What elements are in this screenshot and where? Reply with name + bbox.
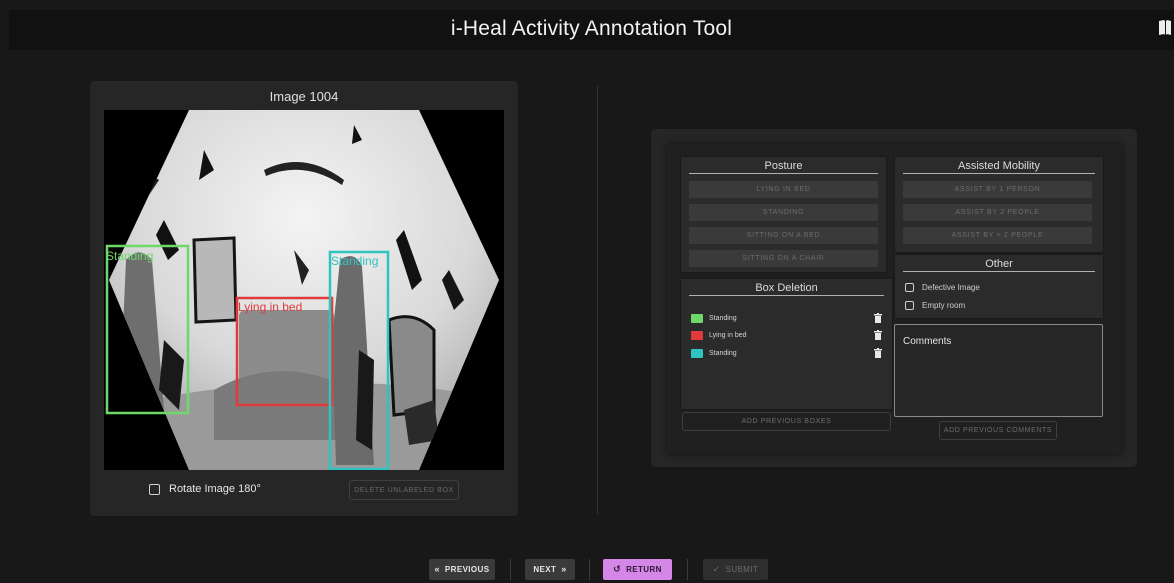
submit-label: SUBMIT xyxy=(725,565,759,574)
nav-divider xyxy=(687,559,688,580)
posture-title: Posture xyxy=(689,160,878,174)
nav-divider xyxy=(510,559,511,580)
box-list-item: Standing xyxy=(691,312,882,324)
assist-by-2-people-button[interactable]: ASSIST BY 2 PEOPLE xyxy=(903,204,1092,221)
header-bar: i-Heal Activity Annotation Tool xyxy=(9,10,1174,50)
double-chevron-left-icon: « xyxy=(434,564,440,574)
posture-option-sitting-on-bed[interactable]: SITTING ON A BED xyxy=(689,227,878,244)
box-list-item: Standing xyxy=(691,347,882,359)
next-button[interactable]: NEXT » xyxy=(525,559,575,580)
comments-label: Comments xyxy=(903,336,952,347)
check-icon: ✓ xyxy=(712,564,721,574)
comments-textarea[interactable]: Comments xyxy=(894,324,1103,417)
app-page: i-Heal Activity Annotation Tool Image 10… xyxy=(0,0,1174,583)
empty-room-checkbox[interactable] xyxy=(905,301,914,310)
empty-room-label: Empty room xyxy=(922,301,966,310)
submit-button[interactable]: ✓ SUBMIT xyxy=(703,559,768,580)
posture-option-lying-in-bed[interactable]: LYING IN BED xyxy=(689,181,878,198)
app-title: i-Heal Activity Annotation Tool xyxy=(450,17,733,40)
other-title: Other xyxy=(903,258,1095,272)
next-label: NEXT xyxy=(533,565,557,574)
posture-section: Posture LYING IN BED STANDING SITTING ON… xyxy=(681,157,886,272)
return-button[interactable]: ↺ RETURN xyxy=(603,559,672,580)
empty-room-row[interactable]: Empty room xyxy=(905,301,965,310)
depth-image[interactable]: Standing Lying in bed Standing xyxy=(104,110,504,470)
box-deletion-section: Box Deletion Standing Lying in bed Stand… xyxy=(681,279,892,409)
delete-unlabeled-box-button[interactable]: DELETE UNLABELED BOX xyxy=(349,480,459,500)
box-list-label: Standing xyxy=(709,314,737,322)
undo-icon: ↺ xyxy=(613,564,622,574)
rotate-image-label: Rotate Image 180° xyxy=(169,483,261,495)
box-deletion-title: Box Deletion xyxy=(689,282,884,296)
previous-button[interactable]: « PREVIOUS xyxy=(429,559,495,580)
defective-image-checkbox[interactable] xyxy=(905,283,914,292)
box-color-swatch xyxy=(691,313,703,323)
box-label-standing-2: Standing xyxy=(331,254,378,268)
assist-by-more-than-2-people-button[interactable]: ASSIST BY > 2 PEOPLE xyxy=(903,227,1092,244)
double-chevron-right-icon: » xyxy=(561,564,567,574)
box-list-label: Lying in bed xyxy=(709,331,747,339)
nav-divider xyxy=(589,559,590,580)
rotate-image-checkbox[interactable] xyxy=(149,483,160,495)
book-icon[interactable] xyxy=(1158,19,1172,37)
defective-image-label: Defective Image xyxy=(922,283,980,292)
trash-icon[interactable] xyxy=(874,348,882,358)
box-list-item: Lying in bed xyxy=(691,329,882,341)
add-previous-boxes-button[interactable]: ADD PREVIOUS BOXES xyxy=(682,412,891,431)
return-label: RETURN xyxy=(626,565,662,574)
box-color-swatch xyxy=(691,348,703,358)
image-card: Image 1004 Standing Lying in bed Standin… xyxy=(90,81,518,516)
rotate-image-row[interactable]: Rotate Image 180° xyxy=(149,483,261,495)
box-list-label: Standing xyxy=(709,349,737,357)
box-label-standing-1: Standing xyxy=(106,249,153,263)
trash-icon[interactable] xyxy=(874,313,882,323)
box-label-lying-in-bed: Lying in bed xyxy=(238,300,302,314)
assisted-mobility-section: Assisted Mobility ASSIST BY 1 PERSON ASS… xyxy=(895,157,1103,252)
trash-icon[interactable] xyxy=(874,330,882,340)
other-section: Other Defective Image Empty room xyxy=(895,255,1103,318)
posture-option-standing[interactable]: STANDING xyxy=(689,204,878,221)
box-color-swatch xyxy=(691,330,703,340)
image-title: Image 1004 xyxy=(269,89,339,104)
defective-image-row[interactable]: Defective Image xyxy=(905,283,980,292)
assist-by-1-person-button[interactable]: ASSIST BY 1 PERSON xyxy=(903,181,1092,198)
posture-option-sitting-on-chair[interactable]: SITTING ON A CHAIR xyxy=(689,250,878,267)
previous-label: PREVIOUS xyxy=(444,565,490,574)
vertical-divider xyxy=(597,86,598,514)
assisted-mobility-title: Assisted Mobility xyxy=(903,160,1095,174)
add-previous-comments-button[interactable]: ADD PREVIOUS COMMENTS xyxy=(939,421,1057,440)
